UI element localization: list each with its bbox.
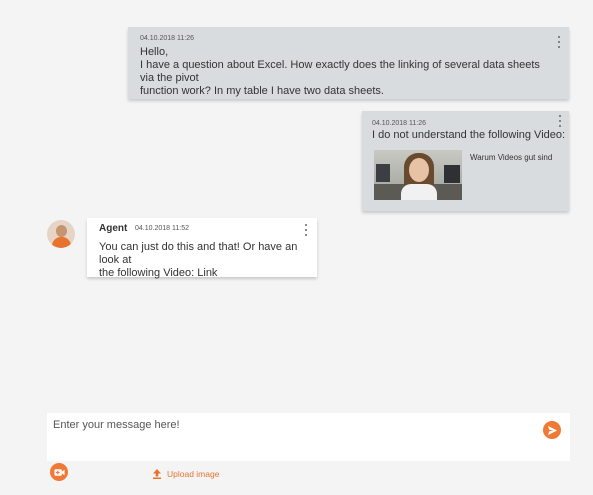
video-thumbnail[interactable] <box>374 150 462 200</box>
message-menu-icon[interactable] <box>556 115 564 127</box>
message-timestamp: 04.10.2018 11:52 <box>135 225 189 232</box>
message-line: I have a question about Excel. How exact… <box>140 59 540 84</box>
video-call-button[interactable] <box>50 463 68 481</box>
message-text: I do not understand the following Video: <box>372 129 566 141</box>
user-message-video: 04.10.2018 11:26 I do not understand the… <box>362 111 569 211</box>
upload-image-label: Upload image <box>167 469 220 479</box>
upload-image-button[interactable]: Upload image <box>153 467 219 481</box>
message-input[interactable]: Enter your message here! <box>47 413 570 461</box>
video-camera-icon <box>53 468 65 476</box>
message-timestamp: 04.10.2018 11:26 <box>140 35 194 42</box>
upload-icon <box>153 469 161 479</box>
user-message: 04.10.2018 11:26 Hello, I have a questio… <box>128 27 569 99</box>
message-timestamp: 04.10.2018 11:26 <box>372 120 426 127</box>
message-text: Hello, I have a question about Excel. Ho… <box>140 46 550 98</box>
video-title[interactable]: Warum Videos gut sind <box>470 153 552 162</box>
message-menu-icon[interactable] <box>302 224 310 236</box>
message-line: the following Video: Link <box>99 267 218 279</box>
agent-message: Agent 04.10.2018 11:52 You can just do t… <box>87 218 317 280</box>
send-icon <box>547 425 557 435</box>
message-line: You can just do this and that! Or have a… <box>99 241 298 266</box>
message-menu-icon[interactable] <box>555 36 563 48</box>
message-text: You can just do this and that! Or have a… <box>99 241 314 280</box>
sender-name: Agent <box>99 223 128 234</box>
agent-avatar <box>47 220 75 248</box>
send-button[interactable] <box>543 421 561 439</box>
message-line: function work? In my table I have two da… <box>140 85 384 97</box>
message-line: Hello, <box>140 46 169 58</box>
message-input-placeholder: Enter your message here! <box>53 419 180 431</box>
